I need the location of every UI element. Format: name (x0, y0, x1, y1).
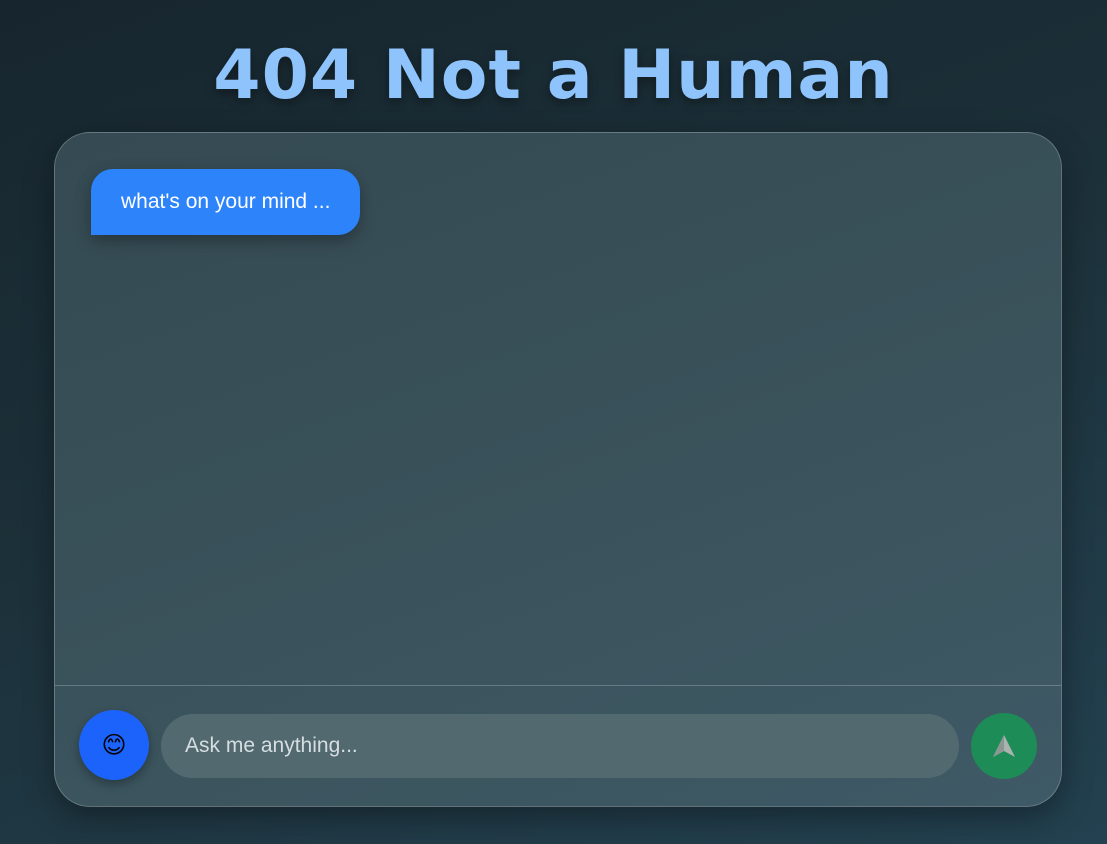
send-arrow-icon (993, 735, 1015, 757)
message-input[interactable] (161, 714, 959, 778)
emoji-button[interactable]: 😊 (79, 710, 149, 780)
chat-panel: what's on your mind ... 😊 (54, 132, 1062, 807)
send-button[interactable] (971, 713, 1037, 779)
bot-message-bubble: what's on your mind ... (91, 169, 361, 235)
message-list: what's on your mind ... (55, 133, 1061, 685)
message-composer: 😊 (55, 685, 1061, 806)
page-title: 404 Not a Human (213, 36, 894, 115)
smiling-face-icon: 😊 (101, 731, 127, 759)
